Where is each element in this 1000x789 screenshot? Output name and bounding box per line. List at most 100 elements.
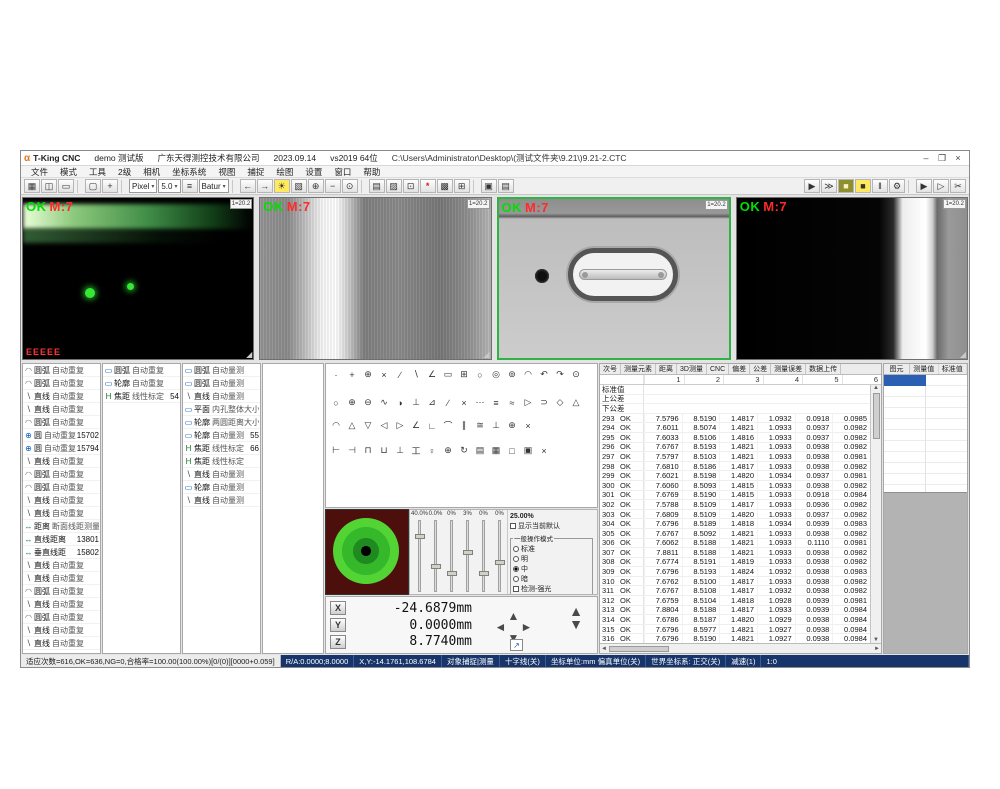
- table-row[interactable]: 298OK7.68108.51861.48171.09330.09380.098…: [600, 462, 870, 472]
- palette-tool-icon[interactable]: ⊔: [376, 443, 392, 458]
- palette-tool-icon[interactable]: ⊿: [424, 395, 440, 410]
- measure-item[interactable]: ◠圆弧自动重复: [23, 416, 100, 429]
- measure-item[interactable]: ◠圆弧自动重复: [23, 377, 100, 390]
- summary-table[interactable]: [884, 375, 967, 493]
- table-row[interactable]: 311OK7.67678.51081.48171.09320.09380.098…: [600, 586, 870, 596]
- table-row[interactable]: 314OK7.67868.51871.48201.09290.09380.098…: [600, 615, 870, 625]
- slider-thumb[interactable]: [463, 550, 473, 555]
- pixel-combo[interactable]: Pixel▾: [129, 179, 157, 193]
- palette-tool-icon[interactable]: ⌒: [440, 418, 456, 433]
- palette-tool-icon[interactable]: ∕: [440, 395, 456, 410]
- menu-item-绘图[interactable]: 绘图: [270, 166, 299, 178]
- measure-item[interactable]: ▭平面内孔整体大小: [183, 403, 260, 416]
- palette-tool-icon[interactable]: ∥: [456, 418, 472, 433]
- palette-tool-icon[interactable]: ▦: [488, 443, 504, 458]
- camera-view-4[interactable]: OKM:71=20.2◢: [736, 197, 968, 360]
- measure-item[interactable]: ▭轮廓自动量测: [183, 481, 260, 494]
- light-button[interactable]: ☀: [274, 179, 290, 193]
- measure-list-panel-3[interactable]: ▭圆弧自动量测▭圆弧自动量测∖直线自动量测▭平面内孔整体大小▭轮廓两圆距离大小▭…: [182, 363, 261, 654]
- measure-item[interactable]: ↔距离断面线距测量: [23, 520, 100, 533]
- palette-tool-icon[interactable]: ⊥: [408, 395, 424, 410]
- menu-item-2级[interactable]: 2级: [112, 166, 137, 178]
- measure-item[interactable]: ∖直线自动重复: [23, 637, 100, 650]
- slider-thumb[interactable]: [431, 564, 441, 569]
- palette-tool-icon[interactable]: ∿: [376, 395, 392, 410]
- measure-item[interactable]: H焦距线性标定66: [183, 442, 260, 455]
- next-button[interactable]: →: [257, 179, 273, 193]
- palette-tool-icon[interactable]: ◑: [392, 395, 408, 410]
- table-row[interactable]: 312OK7.67598.51041.48181.09280.09390.098…: [600, 596, 870, 606]
- palette-tool-icon[interactable]: ∟: [424, 418, 440, 433]
- palette-tool-icon[interactable]: ≅: [472, 418, 488, 433]
- table-tab-次号[interactable]: 次号: [600, 364, 621, 374]
- pattern-button[interactable]: ▨: [386, 179, 402, 193]
- scroll-right-icon[interactable]: ►: [874, 646, 880, 652]
- frame-button[interactable]: ⊡: [403, 179, 419, 193]
- palette-tool-icon[interactable]: ▤: [472, 443, 488, 458]
- measure-item[interactable]: ∖直线自动重复: [23, 507, 100, 520]
- slider-thumb[interactable]: [479, 571, 489, 576]
- slider-thumb[interactable]: [495, 560, 505, 565]
- magnification-combo[interactable]: 5.0▾: [158, 179, 180, 193]
- maximize-button[interactable]: ❐: [934, 153, 950, 164]
- measure-item[interactable]: ∖直线自动重复: [23, 390, 100, 403]
- measure-item[interactable]: ∖直线自动重复: [23, 598, 100, 611]
- camera-resize-handle[interactable]: ◢: [483, 351, 489, 359]
- summary-tab[interactable]: 图元: [884, 364, 910, 374]
- radio-明[interactable]: 明: [513, 554, 590, 564]
- measure-item[interactable]: ▭轮廓两圆距离大小: [183, 416, 260, 429]
- pan-button[interactable]: +: [102, 179, 118, 193]
- play2-button[interactable]: ▶: [916, 179, 932, 193]
- scroll-left-icon[interactable]: ◄: [601, 646, 607, 652]
- palette-tool-icon[interactable]: ⊥: [392, 443, 408, 458]
- run-all-button[interactable]: ≫: [821, 179, 837, 193]
- measure-item[interactable]: ∖直线自动重复: [23, 572, 100, 585]
- table-body[interactable]: 标准值上公差下公差293OK7.57968.51901.48171.09320.…: [600, 385, 870, 643]
- camera-view-2[interactable]: OKM:71=20.2◢: [259, 197, 491, 360]
- table-tab-距离[interactable]: 距离: [656, 364, 677, 374]
- light-slider[interactable]: [434, 520, 437, 592]
- table-row[interactable]: 315OK7.67968.59771.48211.09270.09380.098…: [600, 625, 870, 635]
- select-button[interactable]: ▢: [85, 179, 101, 193]
- menu-item-窗口[interactable]: 窗口: [328, 166, 357, 178]
- palette-tool-icon[interactable]: ▷: [392, 418, 408, 433]
- measure-item[interactable]: H焦距线性标定54: [103, 390, 180, 403]
- palette-tool-icon[interactable]: ∠: [424, 367, 440, 382]
- palette-tool-icon[interactable]: ≡: [488, 395, 504, 410]
- measure-item[interactable]: ◠圆弧自动重复: [23, 468, 100, 481]
- jog-ball[interactable]: [333, 518, 399, 584]
- measure-list-panel-1[interactable]: ◠圆弧自动重复◠圆弧自动重复∖直线自动重复∖直线自动重复◠圆弧自动重复⊕圆自动重…: [22, 363, 101, 654]
- palette-tool-icon[interactable]: ⊃: [536, 395, 552, 410]
- table-row[interactable]: 301OK7.67698.51901.48151.09330.09180.098…: [600, 491, 870, 501]
- slider-thumb[interactable]: [415, 534, 425, 539]
- measure-item[interactable]: ◠圆弧自动重复: [23, 611, 100, 624]
- minus-button[interactable]: −: [325, 179, 341, 193]
- play3-button[interactable]: ▷: [933, 179, 949, 193]
- menu-item-模式[interactable]: 模式: [54, 166, 83, 178]
- table-row[interactable]: 302OK7.57888.51091.48171.09330.09360.098…: [600, 500, 870, 510]
- run-button[interactable]: ▶: [804, 179, 820, 193]
- camera-view-1[interactable]: OKM:71=20.2EEEEE◢: [22, 197, 254, 360]
- palette-tool-icon[interactable]: ▽: [360, 418, 376, 433]
- prev-button[interactable]: ←: [240, 179, 256, 193]
- measure-item[interactable]: ⊕圆自动重复15794: [23, 442, 100, 455]
- z-down-icon[interactable]: ▼: [569, 618, 583, 631]
- apply-default-checkbox[interactable]: 显示当前默认: [510, 521, 593, 531]
- measure-item[interactable]: ▭轮廓自动量测55: [183, 429, 260, 442]
- menu-item-坐标系统[interactable]: 坐标系统: [166, 166, 212, 178]
- diagonal-move-button[interactable]: ↗: [510, 639, 523, 651]
- slider-thumb[interactable]: [447, 571, 457, 576]
- layout-split-button[interactable]: ◫: [41, 179, 57, 193]
- palette-tool-icon[interactable]: △: [568, 395, 584, 410]
- palette-tool-icon[interactable]: □: [504, 443, 520, 458]
- measure-item[interactable]: ∖直线自动量测: [183, 494, 260, 507]
- table-row[interactable]: 307OK7.88118.51881.48211.09330.09380.098…: [600, 548, 870, 558]
- palette-tool-icon[interactable]: ◇: [552, 395, 568, 410]
- table-row[interactable]: 303OK7.68098.51091.48201.09330.09370.098…: [600, 510, 870, 520]
- table-tab-测量误差[interactable]: 测量误差: [771, 364, 806, 374]
- light-slider[interactable]: [466, 520, 469, 592]
- palette-tool-icon[interactable]: ⊥: [488, 418, 504, 433]
- table-tab-偏差[interactable]: 偏差: [729, 364, 750, 374]
- measure-item[interactable]: ∖直线自动重复: [23, 494, 100, 507]
- stop-button[interactable]: ■: [838, 179, 854, 193]
